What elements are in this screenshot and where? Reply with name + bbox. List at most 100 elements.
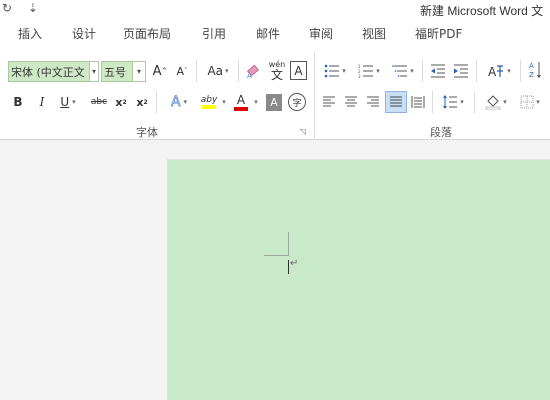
grow-font-button[interactable]: A ^: [152, 62, 168, 80]
multilevel-list-button[interactable]: ▾: [388, 61, 418, 81]
underline-button[interactable]: U ▾: [56, 93, 80, 111]
group-separator: [314, 52, 315, 138]
tab-page-layout[interactable]: 页面布局: [123, 25, 171, 42]
paragraph-mark-icon: ↵: [290, 258, 299, 269]
font-name-box[interactable]: 宋体 (中文正文: [8, 61, 90, 82]
tab-insert[interactable]: 插入: [18, 25, 42, 42]
paint-bucket-icon: [485, 95, 501, 110]
decrease-indent-button[interactable]: [428, 61, 448, 81]
separator: [196, 60, 197, 82]
redo-icon[interactable]: ↻: [2, 1, 12, 15]
separator: [238, 60, 239, 82]
superscript-icon: x: [136, 95, 144, 109]
bold-button[interactable]: B: [10, 93, 26, 111]
svg-text:A: A: [488, 65, 497, 79]
subscript-icon: x: [115, 95, 123, 109]
numbering-icon: 123: [358, 64, 374, 78]
svg-text:A: A: [247, 72, 252, 79]
sort-button[interactable]: AZ: [526, 58, 544, 82]
tab-review[interactable]: 审阅: [309, 25, 333, 42]
svg-text:Z: Z: [529, 71, 534, 79]
shrink-font-button[interactable]: Aˇ: [174, 62, 190, 80]
title-bar: ↻ ⇣ 新建 Microsoft Word 文: [0, 0, 550, 20]
justify-button[interactable]: [385, 91, 407, 113]
text-cursor: [288, 260, 289, 274]
document-area[interactable]: ↵: [0, 141, 550, 400]
superscript-button[interactable]: x2: [134, 93, 150, 111]
tab-view[interactable]: 视图: [362, 25, 386, 42]
align-center-icon: [345, 96, 357, 107]
separator: [474, 91, 475, 113]
chinese-layout-icon: A: [488, 65, 504, 79]
borders-button[interactable]: ▾: [514, 92, 546, 112]
tab-foxit-pdf[interactable]: 福昕PDF: [415, 25, 462, 42]
phonetic-guide-button[interactable]: wén 文: [267, 58, 287, 82]
text-effects-button[interactable]: A ▾: [165, 92, 193, 112]
font-size-box[interactable]: 五号: [101, 61, 133, 82]
separator: [422, 60, 423, 82]
font-color-dropdown[interactable]: ▾: [252, 94, 260, 110]
enclose-characters-button[interactable]: 字: [288, 93, 306, 111]
align-center-button[interactable]: [342, 92, 360, 112]
increase-indent-button[interactable]: [451, 61, 471, 81]
svg-text:3: 3: [358, 74, 361, 78]
distributed-button[interactable]: [409, 92, 427, 112]
font-dialog-launcher-icon[interactable]: ◹: [298, 126, 308, 136]
align-right-button[interactable]: [364, 92, 382, 112]
tab-mailings[interactable]: 邮件: [256, 25, 280, 42]
character-shading-button[interactable]: A: [266, 94, 282, 111]
font-color-icon: A: [236, 92, 246, 107]
increase-indent-icon: [454, 64, 468, 78]
bullets-button[interactable]: ▾: [320, 61, 350, 81]
subscript-button[interactable]: x2: [113, 93, 129, 111]
ribbon: 宋体 (中文正文 ▾ 五号 ▾ A ^ Aˇ Aa ▾ A wén 文 A B I …: [0, 46, 550, 140]
clear-formatting-button[interactable]: A: [244, 61, 264, 81]
highlight-color-bar: [202, 105, 216, 109]
margin-corner-mark: [264, 255, 288, 256]
font-group-label: 字体: [136, 126, 158, 139]
document-page[interactable]: ↵: [167, 159, 550, 400]
align-left-icon: [323, 96, 335, 107]
underline-icon: U: [60, 95, 70, 109]
separator: [520, 60, 521, 82]
paragraph-group-label: 段落: [430, 126, 452, 139]
character-border-icon: A: [294, 63, 303, 78]
change-case-button[interactable]: Aa ▾: [202, 62, 234, 80]
tab-references[interactable]: 引用: [202, 25, 226, 42]
tab-design[interactable]: 设计: [72, 25, 96, 42]
decrease-indent-icon: [431, 64, 445, 78]
justify-icon: [390, 96, 402, 107]
line-spacing-button[interactable]: ▾: [438, 92, 468, 112]
separator: [476, 60, 477, 82]
clear-formatting-icon: A: [247, 64, 259, 79]
quick-access-toolbar: ↻ ⇣: [2, 1, 50, 15]
highlight-dropdown[interactable]: ▾: [220, 94, 228, 110]
window-title: 新建 Microsoft Word 文: [420, 4, 544, 18]
chinese-layout-button[interactable]: A ▾: [482, 61, 516, 81]
separator: [156, 91, 157, 113]
margin-corner-mark: [288, 232, 289, 256]
align-right-icon: [367, 96, 379, 107]
separator: [432, 91, 433, 113]
shrink-font-icon: A: [176, 64, 185, 78]
borders-icon: [520, 95, 534, 109]
line-spacing-icon: [443, 95, 458, 109]
font-color-button[interactable]: A: [232, 92, 250, 112]
strikethrough-button[interactable]: abc: [88, 93, 110, 111]
align-left-button[interactable]: [320, 92, 338, 112]
customize-quick-access-icon[interactable]: ⇣: [28, 1, 38, 15]
highlight-button[interactable]: aby: [196, 92, 222, 112]
numbering-button[interactable]: 123 ▾: [354, 61, 384, 81]
distributed-icon: [411, 96, 425, 108]
highlight-icon: aby: [200, 95, 218, 105]
italic-button[interactable]: I: [34, 93, 50, 111]
sort-icon: AZ: [529, 62, 541, 79]
shading-button[interactable]: ▾: [480, 92, 512, 112]
bullets-icon: [324, 64, 340, 78]
text-effects-icon: A: [170, 94, 181, 111]
character-border-button[interactable]: A: [290, 61, 307, 80]
grow-font-icon: A: [152, 63, 162, 79]
font-name-dropdown[interactable]: ▾: [90, 61, 99, 82]
font-size-dropdown[interactable]: ▾: [133, 61, 146, 82]
svg-text:A: A: [529, 62, 534, 70]
